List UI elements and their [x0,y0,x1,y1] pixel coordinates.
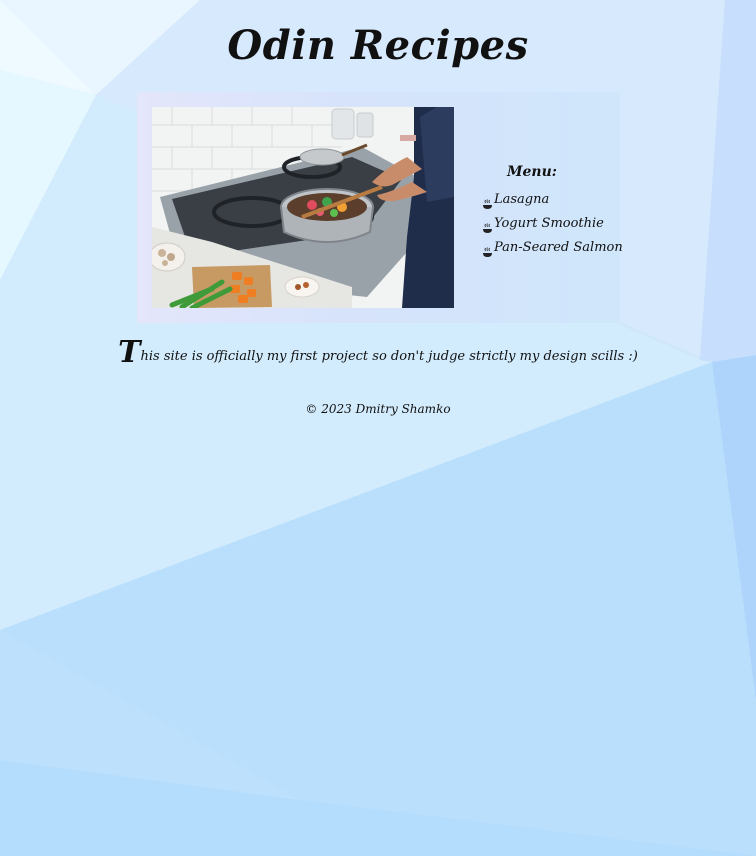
intro-text: his site is officially my first project … [140,349,638,364]
menu-section: Menu: Lasagna Yogurt Smoothie Pan-Seared… [482,162,623,260]
steaming-bowl-icon [482,219,493,233]
steaming-bowl-icon [482,195,493,209]
steaming-bowl-icon [482,243,493,257]
footer-copyright: © 2023 Dmitry Shamko [305,402,451,416]
menu-item-pan-seared-salmon: Pan-Seared Salmon [482,236,623,260]
menu-list: Lasagna Yogurt Smoothie Pan-Seared Salmo… [482,188,623,260]
recipe-card: Menu: Lasagna Yogurt Smoothie Pan-Seared… [137,92,623,323]
intro-paragraph: This site is officially my first project… [0,338,756,372]
menu-item-yogurt-smoothie: Yogurt Smoothie [482,212,612,236]
menu-link-pan-seared-salmon[interactable]: Pan-Seared Salmon [494,236,623,260]
cooking-photo-icon [152,107,454,308]
menu-link-yogurt-smoothie[interactable]: Yogurt Smoothie [494,212,604,236]
intro-dropcap: T [118,335,141,370]
page-content: Odin Recipes Menu: Lasagna Yogurt Smooth… [0,0,756,856]
menu-link-lasagna[interactable]: Lasagna [494,188,549,212]
menu-heading: Menu: [507,164,557,180]
hero-image [152,107,454,308]
page-title: Odin Recipes [227,22,529,69]
menu-item-lasagna: Lasagna [482,188,612,212]
